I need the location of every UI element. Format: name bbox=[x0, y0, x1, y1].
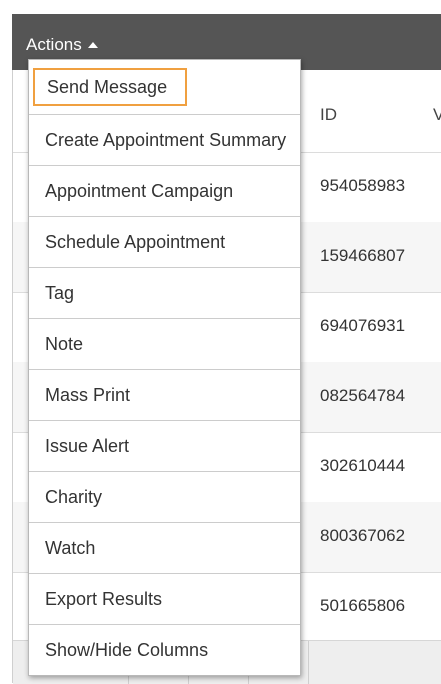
menu-item-label: Watch bbox=[45, 538, 96, 558]
menu-item-mass-print[interactable]: Mass Print bbox=[29, 370, 300, 421]
menu-item-label: Appointment Campaign bbox=[45, 181, 234, 201]
cell-id: 694076931 bbox=[320, 316, 406, 335]
menu-item-charity[interactable]: Charity bbox=[29, 472, 300, 523]
menu-item-tag[interactable]: Tag bbox=[29, 268, 300, 319]
actions-menu: Send Message Create Appointment Summary … bbox=[28, 59, 301, 676]
menu-item-label: Issue Alert bbox=[45, 436, 130, 456]
cell-id: 800367062 bbox=[320, 526, 406, 545]
menu-item-create-appointment-summary[interactable]: Create Appointment Summary bbox=[29, 115, 300, 166]
menu-item-label: Charity bbox=[45, 487, 103, 507]
menu-item-label: Mass Print bbox=[45, 385, 131, 405]
actions-dropdown-button[interactable]: Actions bbox=[26, 32, 98, 58]
cell-id: 954058983 bbox=[320, 176, 406, 195]
menu-item-note[interactable]: Note bbox=[29, 319, 300, 370]
cell-id: 159466807 bbox=[320, 246, 406, 265]
cell-id: 082564784 bbox=[320, 386, 406, 405]
menu-item-label: Send Message bbox=[47, 77, 168, 97]
menu-item-send-message[interactable]: Send Message bbox=[29, 60, 300, 115]
menu-item-watch[interactable]: Watch bbox=[29, 523, 300, 574]
menu-item-label: Schedule Appointment bbox=[45, 232, 226, 252]
menu-item-label: Show/Hide Columns bbox=[45, 640, 209, 660]
column-header-id[interactable]: ID bbox=[320, 105, 337, 125]
menu-item-schedule-appointment[interactable]: Schedule Appointment bbox=[29, 217, 300, 268]
caret-up-icon bbox=[87, 42, 98, 48]
menu-item-appointment-campaign[interactable]: Appointment Campaign bbox=[29, 166, 300, 217]
footer-divider bbox=[308, 641, 309, 684]
menu-item-label: Note bbox=[45, 334, 84, 354]
cell-id: 302610444 bbox=[320, 456, 406, 475]
menu-item-label: Tag bbox=[45, 283, 75, 303]
menu-item-show-hide-columns[interactable]: Show/Hide Columns bbox=[29, 625, 300, 675]
column-header-partial[interactable]: V bbox=[433, 105, 441, 125]
cell-id: 501665806 bbox=[320, 596, 406, 615]
menu-item-label: Create Appointment Summary bbox=[45, 130, 287, 150]
menu-item-export-results[interactable]: Export Results bbox=[29, 574, 300, 625]
menu-item-issue-alert[interactable]: Issue Alert bbox=[29, 421, 300, 472]
menu-item-label: Export Results bbox=[45, 589, 163, 609]
focus-highlight: Send Message bbox=[33, 68, 187, 106]
actions-label: Actions bbox=[26, 35, 82, 54]
